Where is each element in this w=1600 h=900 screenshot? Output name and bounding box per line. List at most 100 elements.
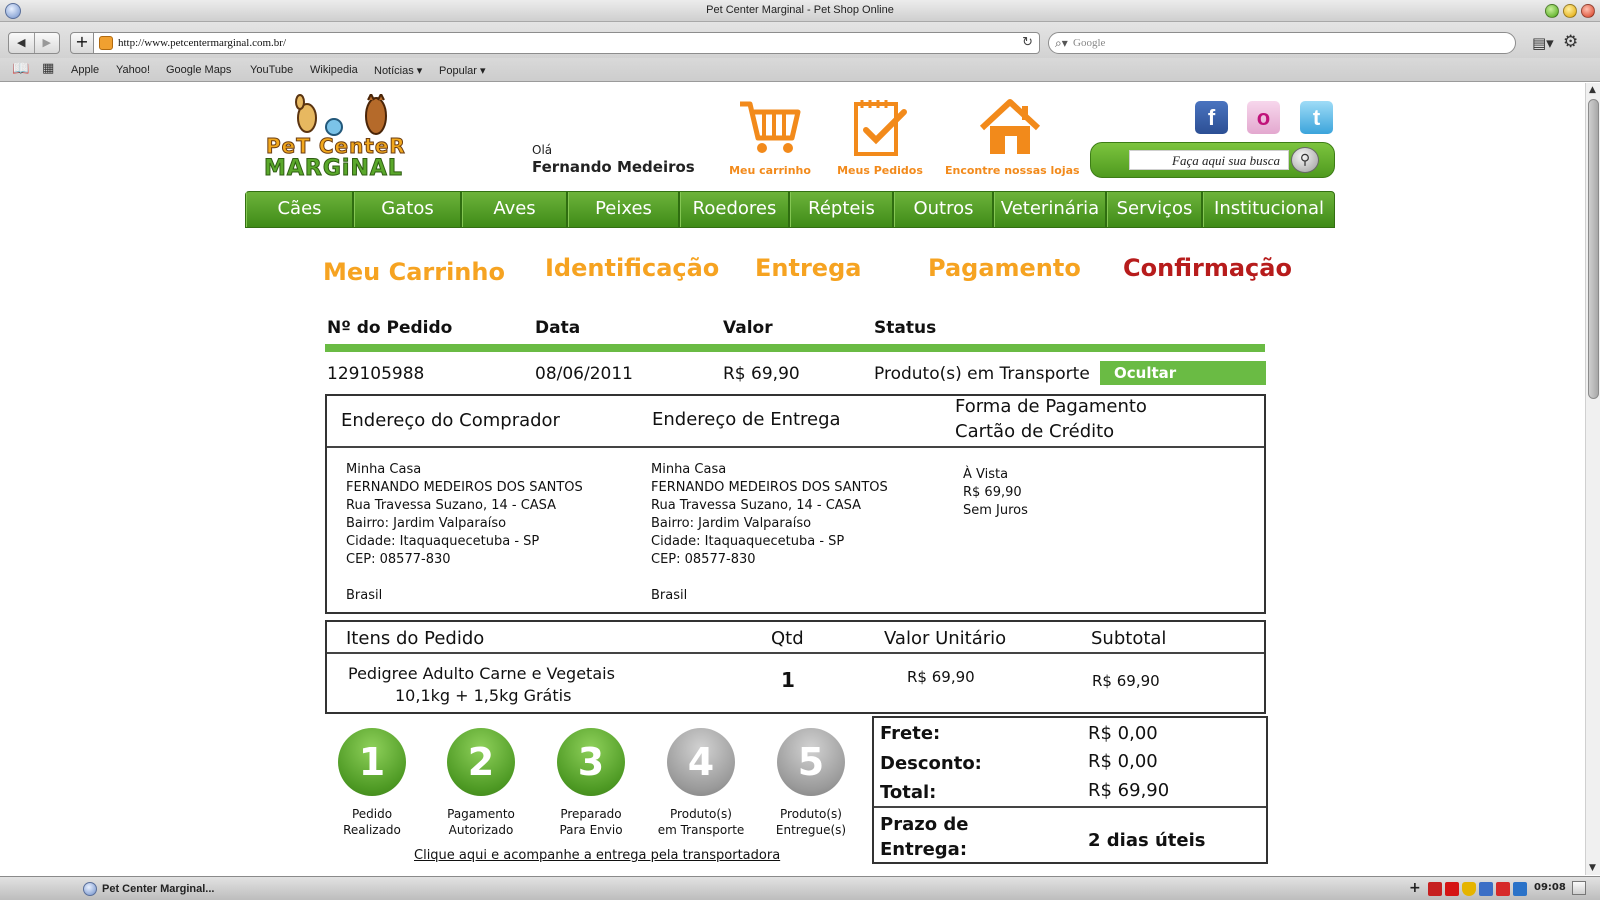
- tracking-step-4: 4 Produto(s) em Transporte: [646, 728, 756, 838]
- address-line: [651, 569, 888, 587]
- address-line: Rua Travessa Suzano, 14 - CASA: [651, 498, 862, 513]
- window-title: Pet Center Marginal - Pet Shop Online: [706, 4, 894, 16]
- top-sites-grid-icon[interactable]: ▦: [42, 61, 54, 76]
- step-pagamento[interactable]: Pagamento: [928, 254, 1081, 282]
- page-scrollbar[interactable]: ▲ ▼: [1585, 83, 1600, 875]
- orkut-icon[interactable]: o: [1247, 101, 1280, 134]
- freight-value: R$ 0,00: [1088, 723, 1158, 744]
- bookmark-wikipedia[interactable]: Wikipedia: [310, 64, 358, 76]
- nav-item-caes[interactable]: Cães: [246, 192, 354, 227]
- sync-tray-icon[interactable]: [1513, 882, 1527, 896]
- address-line: CEP: 08577-830: [651, 552, 756, 567]
- order-number-header: Nº do Pedido: [327, 318, 453, 338]
- orders-link[interactable]: Meus Pedidos: [830, 98, 930, 177]
- pdf-tray-icon[interactable]: [1428, 882, 1442, 896]
- taskbar-task-label: Pet Center Marginal...: [102, 883, 215, 895]
- cart-link[interactable]: Meu carrinho: [720, 98, 820, 177]
- browser-search-placeholder: Google: [1073, 37, 1106, 49]
- payment-line: À Vista: [963, 467, 1009, 482]
- add-bookmark-button[interactable]: +: [70, 32, 94, 54]
- user-name: Fernando Medeiros: [532, 158, 695, 176]
- nav-item-aves[interactable]: Aves: [462, 192, 568, 227]
- order-value-header: Valor: [723, 318, 773, 338]
- tracking-caption: Para Envio: [559, 823, 623, 837]
- shield-tray-icon[interactable]: [1462, 882, 1476, 896]
- step-meu-carrinho[interactable]: Meu Carrinho: [323, 258, 505, 286]
- cart-label: Meu carrinho: [729, 164, 811, 177]
- header-divider: [325, 344, 1265, 352]
- carrier-tracking-link[interactable]: Clique aqui e acompanhe a entrega pela t…: [414, 848, 780, 863]
- unit-price-header: Valor Unitário: [884, 628, 1007, 649]
- facebook-icon[interactable]: f: [1195, 101, 1228, 134]
- scroll-down-icon[interactable]: ▼: [1589, 863, 1596, 873]
- site-logo[interactable]: PeT CenteR MARGiNAL: [262, 94, 422, 186]
- nav-item-servicos[interactable]: Serviços: [1107, 192, 1203, 227]
- taskbar-add-icon[interactable]: +: [1409, 880, 1421, 896]
- reload-icon[interactable]: ↻: [1022, 35, 1033, 50]
- step-entrega[interactable]: Entrega: [755, 254, 861, 282]
- nav-item-repteis[interactable]: Répteis: [790, 192, 894, 227]
- minimize-window-icon[interactable]: [1563, 4, 1577, 18]
- stores-link[interactable]: Encontre nossas lojas: [945, 98, 1080, 177]
- ati-tray-icon[interactable]: [1445, 882, 1459, 896]
- network-tray-icon[interactable]: [1479, 882, 1493, 896]
- address-line: FERNANDO MEDEIROS DOS SANTOS: [346, 480, 583, 495]
- address-line: Minha Casa: [346, 462, 422, 477]
- scrollbar-thumb[interactable]: [1588, 99, 1599, 399]
- close-window-icon[interactable]: [1581, 4, 1595, 18]
- totals-panel: Frete: R$ 0,00 Desconto: R$ 0,00 Total: …: [872, 716, 1268, 864]
- page-menu-icon[interactable]: ▤▾: [1532, 34, 1554, 52]
- step-identificacao[interactable]: Identificação: [545, 254, 719, 282]
- bookmark-apple[interactable]: Apple: [71, 64, 99, 76]
- deadline-label: Prazo de Entrega:: [880, 812, 968, 862]
- nav-item-roedores[interactable]: Roedores: [680, 192, 790, 227]
- nav-item-veterinaria[interactable]: Veterinária: [994, 192, 1107, 227]
- address-line: Cidade: Itaquaquecetuba - SP: [346, 534, 540, 549]
- item-name-detail: 10,1kg + 1,5kg Grátis: [395, 686, 572, 705]
- bookmark-popular[interactable]: Popular ▾: [439, 64, 486, 77]
- nav-item-peixes[interactable]: Peixes: [568, 192, 680, 227]
- site-search-input[interactable]: Faça aqui sua busca: [1129, 150, 1289, 170]
- nav-item-gatos[interactable]: Gatos: [354, 192, 462, 227]
- search-icon[interactable]: ⌕▾: [1055, 36, 1068, 51]
- show-desktop-icon[interactable]: [1572, 881, 1586, 895]
- hide-details-button[interactable]: Ocultar Detalhes ▲: [1100, 361, 1266, 406]
- nav-item-institucional[interactable]: Institucional: [1203, 192, 1334, 227]
- nav-item-outros[interactable]: Outros: [894, 192, 994, 227]
- order-date: 08/06/2011: [535, 364, 633, 384]
- deadline-value: 2 dias úteis: [1088, 830, 1206, 851]
- scroll-up-icon[interactable]: ▲: [1589, 85, 1596, 95]
- address-line: Brasil: [651, 588, 688, 603]
- tracking-step-1: 1 Pedido Realizado: [317, 728, 427, 838]
- subtotal-header: Subtotal: [1091, 628, 1167, 649]
- orders-checklist-icon: [854, 100, 907, 156]
- item-unit-price: R$ 69,90: [907, 668, 975, 686]
- step-number-badge: 3: [557, 728, 625, 796]
- site-search-button[interactable]: ⚲: [1291, 147, 1319, 173]
- bookmark-noticias[interactable]: Notícias ▾: [374, 64, 422, 77]
- back-button[interactable]: ◀: [9, 33, 34, 53]
- url-text[interactable]: http://www.petcentermarginal.com.br/: [118, 37, 286, 49]
- antivirus-tray-icon[interactable]: [1496, 882, 1510, 896]
- zoom-window-icon[interactable]: [1545, 4, 1559, 18]
- site-search: Faça aqui sua busca ⚲: [1090, 142, 1335, 178]
- payment-details: À Vista R$ 69,90 Sem Juros: [963, 466, 1028, 520]
- bookmark-google-maps[interactable]: Google Maps: [166, 64, 231, 76]
- stores-label: Encontre nossas lojas: [945, 164, 1080, 177]
- browser-search-input[interactable]: ⌕▾ Google: [1048, 32, 1516, 54]
- address-bar[interactable]: http://www.petcentermarginal.com.br/ ↻: [94, 32, 1040, 54]
- taskbar-browser-task[interactable]: Pet Center Marginal...: [80, 880, 222, 898]
- gear-icon[interactable]: ⚙: [1563, 32, 1578, 52]
- browser-task-icon: [83, 882, 97, 896]
- clock: 09:08: [1534, 882, 1566, 893]
- reading-list-icon[interactable]: 📖: [12, 61, 29, 77]
- item-name: Pedigree Adulto Carne e Vegetais: [348, 664, 615, 683]
- step-number-badge: 5: [777, 728, 845, 796]
- forward-button[interactable]: ▶: [33, 33, 60, 53]
- bookmark-youtube[interactable]: YouTube: [250, 64, 293, 76]
- pets-mascot-icon: [295, 94, 387, 136]
- bookmark-yahoo[interactable]: Yahoo!: [116, 64, 150, 76]
- tracking-caption: Entregue(s): [775, 823, 847, 837]
- taskbar: Pet Center Marginal... + 09:08: [0, 876, 1600, 900]
- twitter-icon[interactable]: t: [1300, 101, 1333, 134]
